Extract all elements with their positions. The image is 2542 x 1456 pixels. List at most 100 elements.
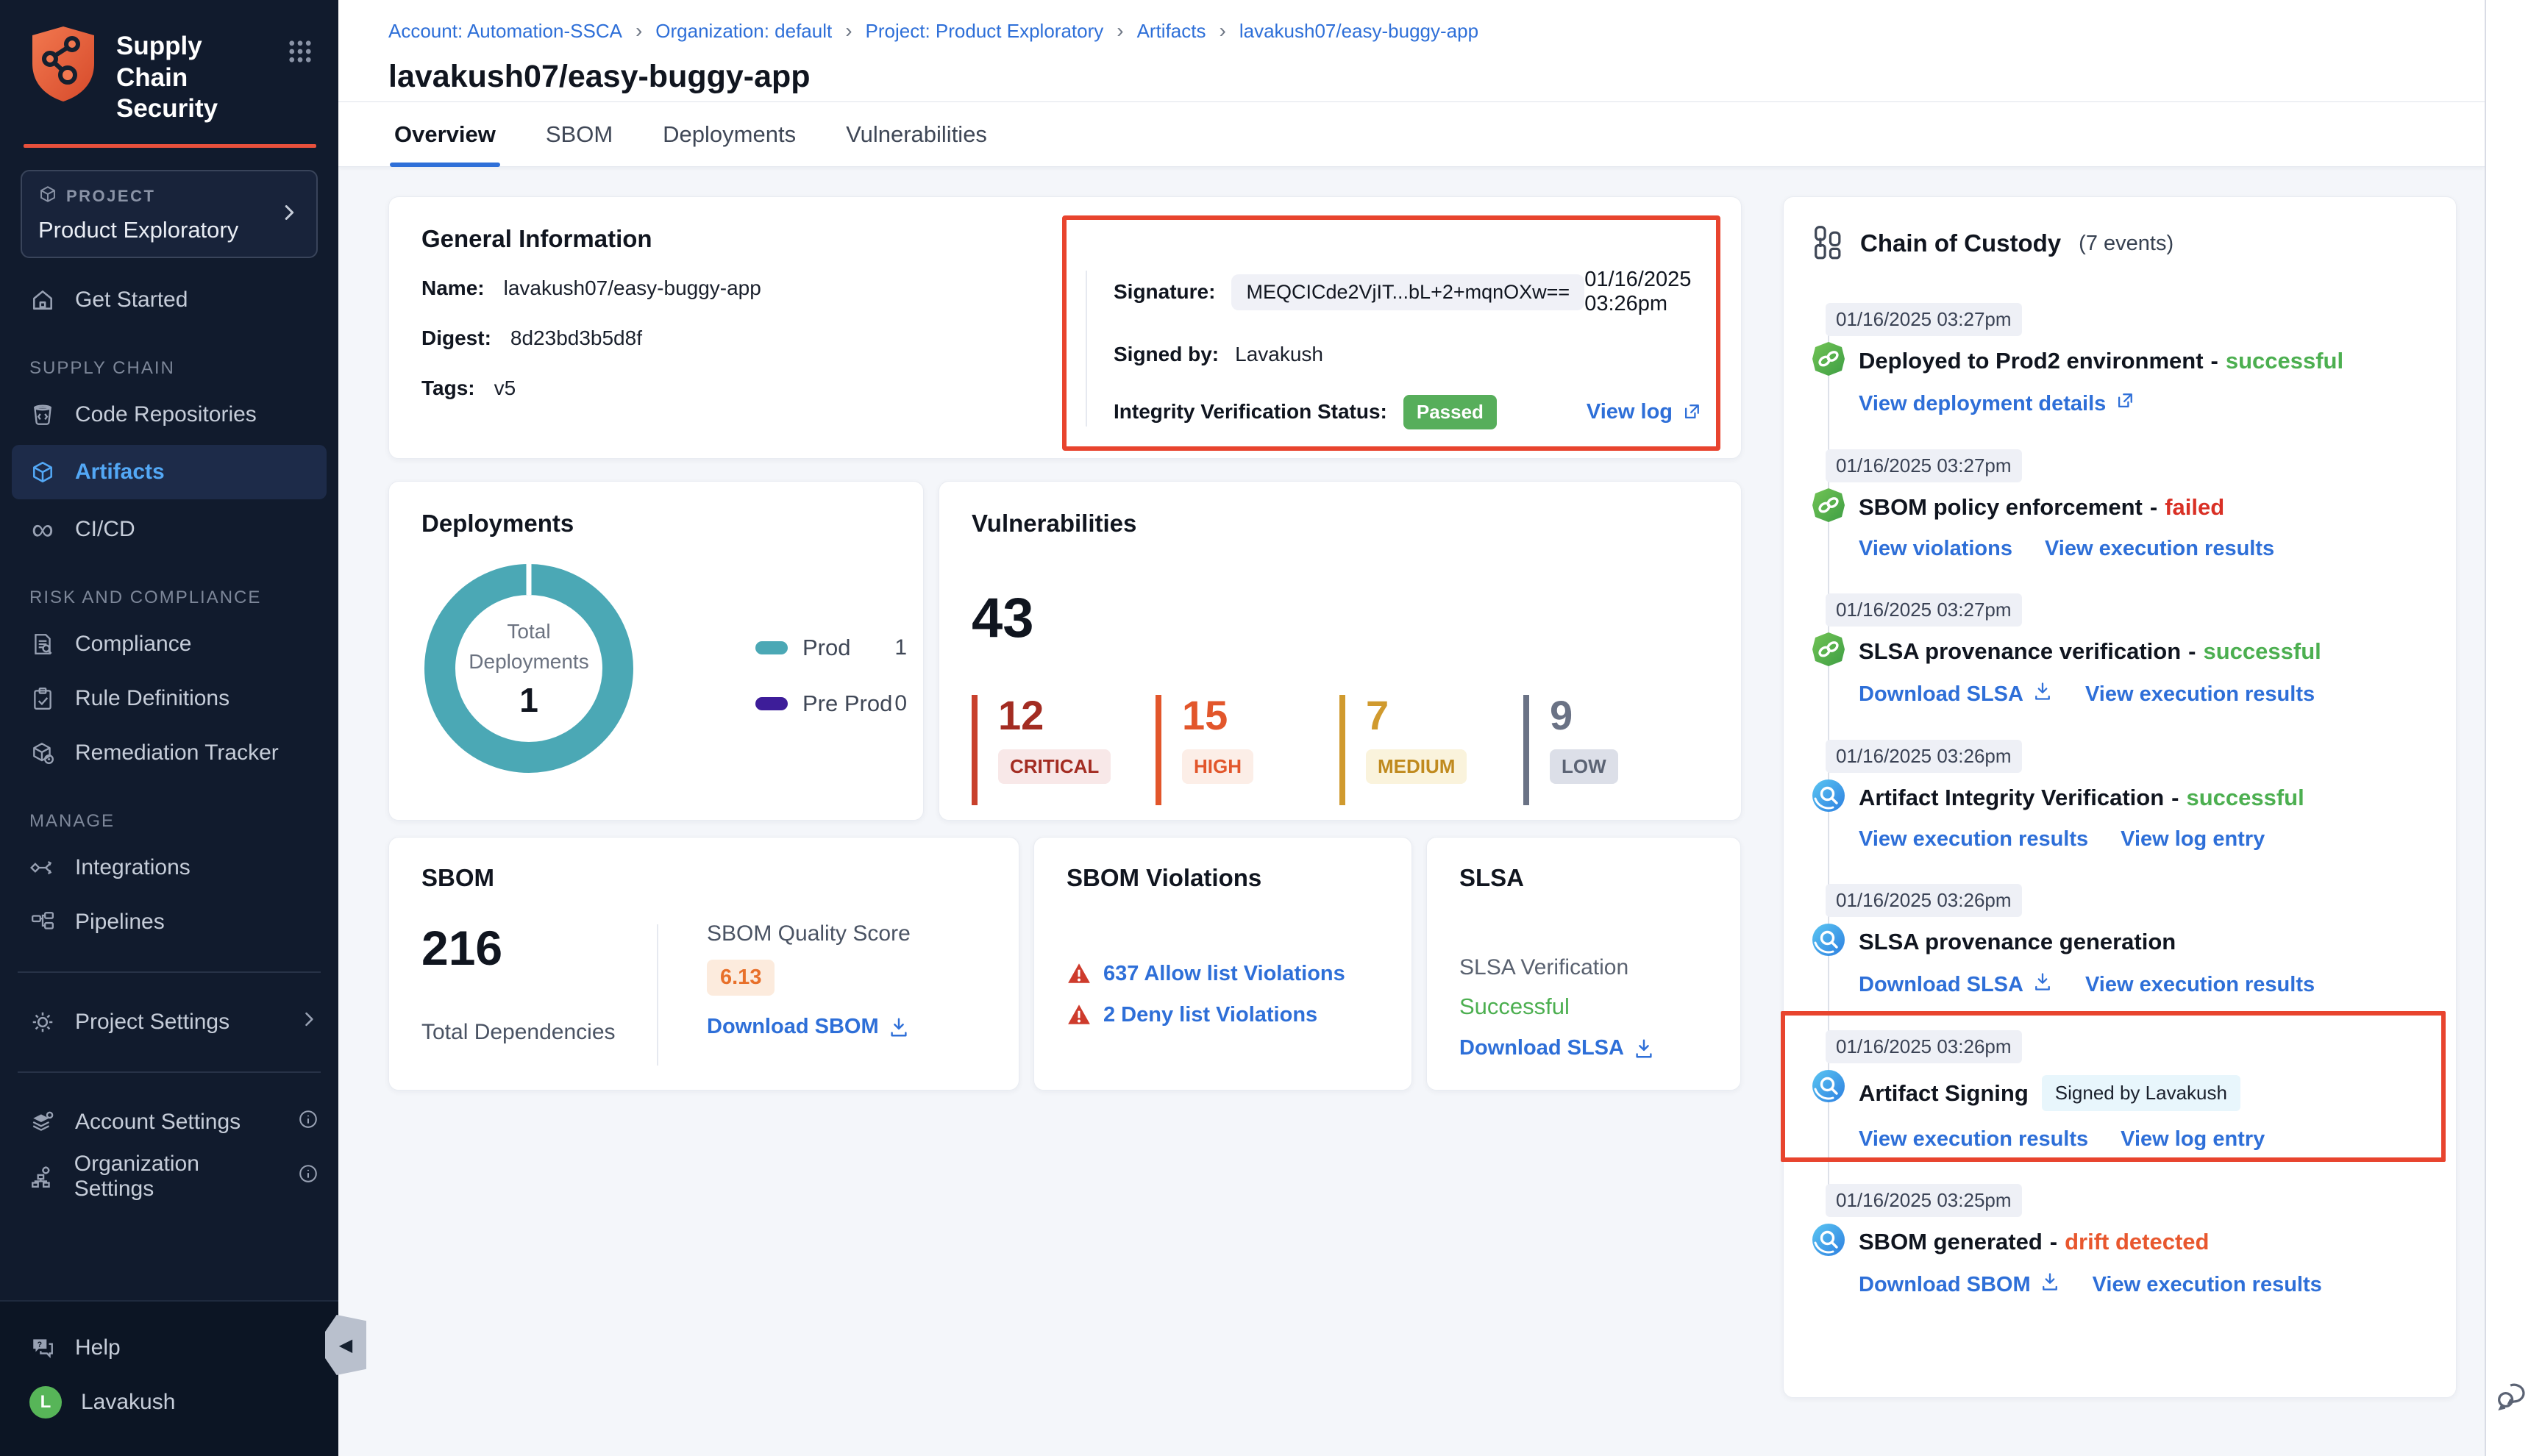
svg-text:?: ? bbox=[38, 1341, 42, 1349]
deployments-donut-chart: Total Deployments 1 bbox=[419, 558, 639, 779]
breadcrumb-link[interactable]: Artifacts bbox=[1137, 20, 1206, 43]
violation-link[interactable]: 2 Deny list Violations bbox=[1103, 1003, 1317, 1027]
timeline-event: 01/16/2025 03:26pm SLSA provenance gener… bbox=[1813, 884, 2427, 998]
violations-list: 637 Allow list Violations 2 Deny list Vi… bbox=[1067, 961, 1345, 1043]
user-name: Lavakush bbox=[81, 1390, 175, 1415]
event-action-link[interactable]: View log entry bbox=[2121, 1127, 2265, 1152]
tab[interactable]: SBOM bbox=[541, 102, 617, 166]
event-action-link[interactable]: View violations bbox=[1859, 537, 2012, 561]
support-chat-icon[interactable] bbox=[2495, 1376, 2533, 1418]
total-deployments-value: 1 bbox=[519, 680, 538, 720]
event-status: successful bbox=[2186, 785, 2304, 811]
sidebar-item[interactable]: Code Repositories bbox=[0, 388, 338, 442]
sbom-quality-label: SBOM Quality Score bbox=[707, 921, 911, 946]
cube-wrench-icon bbox=[29, 740, 56, 766]
event-action-link[interactable]: Download SLSA bbox=[1859, 971, 2053, 998]
severity-block: 12 CRITICAL bbox=[972, 695, 1156, 805]
info-row: Name: lavakush07/easy-buggy-app bbox=[421, 276, 761, 300]
tab[interactable]: Overview bbox=[390, 102, 500, 166]
deployments-legend: Prod 1 Pre Prod 0 bbox=[755, 635, 907, 746]
event-title: SBOM generated bbox=[1859, 1229, 2043, 1255]
event-status: successful bbox=[2226, 348, 2343, 374]
sidebar-item-account-settings[interactable]: Account Settings bbox=[0, 1095, 338, 1149]
timeline-event: 01/16/2025 03:26pm Artifact Integrity Ve… bbox=[1813, 740, 2427, 852]
divider bbox=[657, 924, 658, 1066]
sidebar-collapse-handle[interactable]: ◀ bbox=[325, 1315, 366, 1375]
breadcrumb-link[interactable]: Organization: default bbox=[655, 20, 832, 43]
download-slsa-link[interactable]: Download SLSA bbox=[1459, 1036, 1655, 1060]
sidebar-item-project-settings[interactable]: Project Settings bbox=[0, 995, 338, 1049]
chain-of-custody-header: Chain of Custody (7 events) bbox=[1813, 225, 2427, 262]
download-icon bbox=[1633, 1038, 1655, 1060]
event-action-link[interactable]: Download SBOM bbox=[1859, 1271, 2060, 1298]
sidebar-item-help[interactable]: ? Help bbox=[0, 1321, 338, 1375]
sbom-quality-score: 6.13 bbox=[707, 960, 775, 996]
sidebar-item[interactable]: ∞ CI/CD bbox=[0, 502, 338, 557]
severity-breakdown: 12 CRITICAL 15 HIGH 7 MEDIUM bbox=[972, 695, 1707, 805]
home-icon bbox=[29, 287, 56, 313]
sidebar-item[interactable]: Compliance bbox=[0, 617, 338, 671]
event-status: failed bbox=[2165, 494, 2224, 521]
sidebar-item[interactable]: Rule Definitions bbox=[0, 671, 338, 726]
event-action-link[interactable]: View execution results bbox=[2093, 1273, 2322, 1297]
timeline: 01/16/2025 03:27pm Deployed to Prod2 env… bbox=[1813, 303, 2427, 1298]
breadcrumb-item: lavakush07/easy-buggy-app bbox=[1239, 20, 1478, 43]
event-action-link[interactable]: View execution results bbox=[2045, 537, 2274, 561]
avatar: L bbox=[29, 1386, 62, 1418]
breadcrumb-link[interactable]: Project: Product Exploratory bbox=[866, 20, 1104, 43]
legend-label: Prod bbox=[802, 635, 850, 661]
sidebar-item-label: Account Settings bbox=[75, 1110, 241, 1135]
breadcrumb-link[interactable]: Account: Automation-SSCA bbox=[388, 20, 622, 43]
sidebar-item[interactable]: Integrations bbox=[0, 841, 338, 895]
breadcrumb-link[interactable]: lavakush07/easy-buggy-app bbox=[1239, 20, 1478, 43]
event-action-link[interactable]: View execution results bbox=[2085, 682, 2315, 707]
project-selector[interactable]: PROJECT Product Exploratory bbox=[21, 170, 318, 258]
download-sbom-link[interactable]: Download SBOM bbox=[707, 1015, 910, 1039]
pipelines-icon bbox=[29, 909, 56, 935]
app-grid-icon[interactable] bbox=[287, 38, 313, 68]
sidebar-section-label: SUPPLY CHAIN bbox=[29, 358, 338, 379]
severity-block: 7 MEDIUM bbox=[1339, 695, 1523, 805]
clipboard-check-icon bbox=[29, 685, 56, 712]
tab-bar: Overview SBOM Deployments Vulnerabilitie… bbox=[338, 102, 2485, 167]
event-action-link[interactable]: Download SLSA bbox=[1859, 681, 2053, 707]
severity-count: 9 bbox=[1550, 695, 1707, 736]
slsa-card: SLSA SLSA Verification Successful Downlo… bbox=[1426, 837, 1741, 1091]
event-action-link[interactable]: View log entry bbox=[2121, 827, 2265, 852]
event-action-link[interactable]: View execution results bbox=[1859, 827, 2088, 852]
breadcrumb-item: Organization: default bbox=[655, 19, 865, 43]
severity-badge: MEDIUM bbox=[1366, 749, 1467, 784]
green-link bbox=[1811, 341, 1846, 377]
user-menu[interactable]: L Lavakush bbox=[0, 1375, 338, 1430]
tab[interactable]: Vulnerabilities bbox=[841, 102, 991, 166]
event-action-link[interactable]: View execution results bbox=[1859, 1127, 2088, 1152]
slsa-status: Successful bbox=[1459, 993, 1655, 1020]
event-action-link[interactable]: View execution results bbox=[2085, 973, 2315, 997]
signed-by-pill: Signed by Lavakush bbox=[2042, 1075, 2240, 1111]
sidebar-item-label: Organization Settings bbox=[74, 1152, 278, 1202]
sidebar-item[interactable]: Remediation Tracker bbox=[0, 726, 338, 780]
event-action-link[interactable]: View deployment details bbox=[1859, 390, 2135, 417]
annotation-highlight-signature bbox=[1062, 215, 1720, 451]
download-icon bbox=[2032, 971, 2053, 998]
timeline-event: 01/16/2025 03:27pm SLSA provenance verif… bbox=[1813, 593, 2427, 707]
blue-search bbox=[1811, 922, 1846, 957]
breadcrumb-item: Account: Automation-SSCA bbox=[388, 19, 655, 43]
card-title: SBOM Violations bbox=[1067, 864, 1261, 892]
sbom-total-label: Total Dependencies bbox=[421, 1020, 616, 1045]
event-timestamp: 01/16/2025 03:26pm bbox=[1826, 884, 2022, 917]
event-status: drift detected bbox=[2065, 1229, 2209, 1255]
project-name: Product Exploratory bbox=[38, 217, 238, 243]
violation-link[interactable]: 637 Allow list Violations bbox=[1103, 962, 1345, 986]
tab[interactable]: Deployments bbox=[658, 102, 800, 166]
sidebar-item[interactable]: Artifacts bbox=[12, 445, 327, 499]
sidebar-item-organization-settings[interactable]: Organization Settings bbox=[0, 1149, 338, 1204]
chain-of-custody-panel: Chain of Custody (7 events) 01/16/2025 0… bbox=[1783, 196, 2457, 1398]
org-gear-icon bbox=[29, 1163, 55, 1190]
sidebar-item-label: Artifacts bbox=[75, 460, 165, 485]
severity-block: 9 LOW bbox=[1523, 695, 1707, 805]
blue-search bbox=[1811, 778, 1846, 813]
breadcrumb-item: Project: Product Exploratory bbox=[866, 19, 1137, 43]
sidebar-item[interactable]: Get Started bbox=[0, 273, 338, 327]
sidebar-item[interactable]: Pipelines bbox=[0, 895, 338, 949]
